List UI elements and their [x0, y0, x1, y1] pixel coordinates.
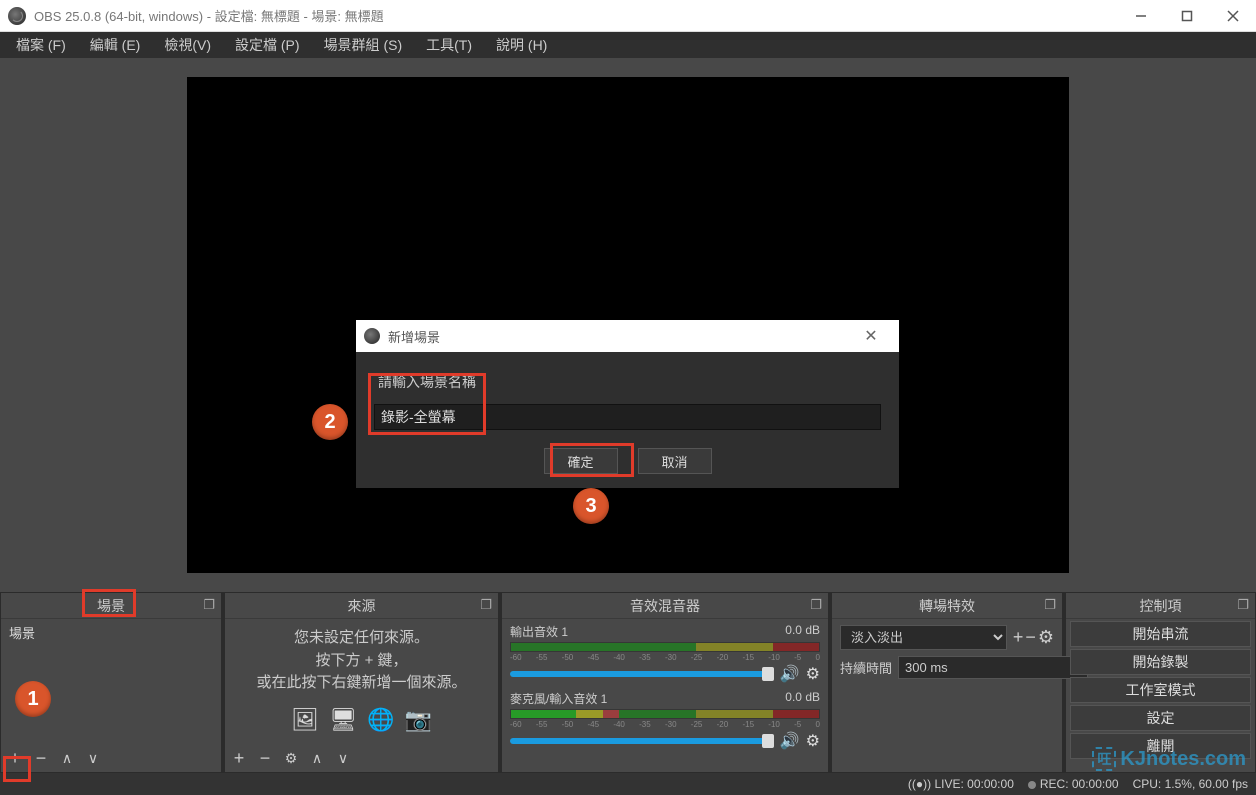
status-live: ((●)) LIVE: 00:00:00	[908, 777, 1014, 791]
dialog-cancel-button[interactable]: 取消	[638, 448, 712, 474]
transition-select[interactable]: 淡入淡出	[840, 625, 1007, 650]
mixer-settings-icon[interactable]: ⚙	[806, 731, 820, 751]
controls-panel-title: 控制項	[1140, 596, 1182, 616]
menu-profile[interactable]: 設定檔 (P)	[225, 32, 310, 58]
mixer-mute-icon[interactable]: 🔊	[780, 664, 800, 684]
status-rec: REC: 00:00:00	[1028, 777, 1119, 791]
controls-popout-icon[interactable]: ❐	[1237, 597, 1249, 613]
menu-tools[interactable]: 工具(T)	[416, 32, 482, 58]
dialog-title: 新增場景	[388, 327, 440, 346]
dialog-ok-button[interactable]: 確定	[544, 448, 618, 474]
start-streaming-button[interactable]: 開始串流	[1070, 621, 1251, 647]
transitions-popout-icon[interactable]: ❐	[1044, 597, 1056, 613]
menu-help[interactable]: 說明 (H)	[486, 32, 557, 58]
source-add-button[interactable]: +	[229, 748, 249, 768]
menu-file[interactable]: 檔案 (F)	[6, 32, 76, 58]
scene-move-down-button[interactable]: ∨	[83, 748, 103, 768]
mixer-channel: 輸出音效 1 0.0 dB -60-55-50-45-40-35-30-25-2…	[502, 619, 828, 686]
mixer-panel-title: 音效混音器	[630, 596, 700, 616]
transitions-panel: 轉場特效 ❐ 淡入淡出 + − ⚙ 持續時間	[831, 592, 1063, 773]
sources-panel-title: 來源	[348, 596, 376, 616]
statusbar: ((●)) LIVE: 00:00:00 REC: 00:00:00 CPU: …	[0, 773, 1256, 795]
source-remove-button[interactable]: −	[255, 748, 275, 768]
dialog-logo-icon	[364, 328, 380, 344]
mixer-channel-name: 輸出音效 1	[510, 623, 568, 640]
scene-name-input[interactable]	[374, 404, 881, 430]
watermark: KJnotes.com	[1092, 747, 1246, 771]
scene-list-item[interactable]: 場景	[1, 619, 221, 646]
source-move-down-button[interactable]: ∨	[333, 748, 353, 768]
start-recording-button[interactable]: 開始錄製	[1070, 649, 1251, 675]
transition-settings-button[interactable]: ⚙	[1038, 627, 1054, 648]
mixer-mute-icon[interactable]: 🔊	[780, 731, 800, 751]
mixer-ticks: -60-55-50-45-40-35-30-25-20-15-10-50	[510, 720, 820, 729]
mixer-channel-db: 0.0 dB	[785, 623, 820, 640]
hint-globe-icon: 🌐	[367, 703, 394, 736]
menubar: 檔案 (F) 編輯 (E) 檢視(V) 設定檔 (P) 場景群組 (S) 工具(…	[0, 32, 1256, 58]
window-close-button[interactable]	[1210, 0, 1256, 32]
mixer-channel-db: 0.0 dB	[785, 690, 820, 707]
mixer-meter	[510, 709, 820, 719]
mixer-ticks: -60-55-50-45-40-35-30-25-20-15-10-50	[510, 653, 820, 662]
sources-panel: 來源 ❐ 您未設定任何來源。 按下方 + 鍵， 或在此按下右鍵新增一個來源。 🖼…	[224, 592, 499, 773]
scenes-popout-icon[interactable]: ❐	[203, 597, 215, 613]
menu-view[interactable]: 檢視(V)	[154, 32, 221, 58]
mixer-panel: 音效混音器 ❐ 輸出音效 1 0.0 dB -60-55-50-45-40-35…	[501, 592, 829, 773]
window-maximize-button[interactable]	[1164, 0, 1210, 32]
sources-popout-icon[interactable]: ❐	[480, 597, 492, 613]
scene-remove-button[interactable]: −	[31, 748, 51, 768]
controls-panel: 控制項 ❐ 開始串流 開始錄製 工作室模式 設定 離開	[1065, 592, 1256, 773]
sources-empty-line3: 或在此按下右鍵新增一個來源。	[231, 672, 492, 695]
window-title: OBS 25.0.8 (64-bit, windows) - 設定檔: 無標題 …	[34, 6, 384, 25]
studio-mode-button[interactable]: 工作室模式	[1070, 677, 1251, 703]
transition-duration-input[interactable]	[898, 656, 1088, 679]
transition-remove-button[interactable]: −	[1025, 627, 1036, 648]
hint-display-icon: 🖥	[329, 703, 357, 736]
hint-image-icon: 🖼	[291, 703, 319, 736]
source-settings-button[interactable]: ⚙	[281, 748, 301, 768]
mixer-channel: 麥克風/輸入音效 1 0.0 dB -60-55-50-45-40-35-30-…	[502, 686, 828, 753]
mixer-volume-slider[interactable]	[510, 738, 774, 744]
window-minimize-button[interactable]	[1118, 0, 1164, 32]
mixer-popout-icon[interactable]: ❐	[810, 597, 822, 613]
dialog-prompt-label: 請輸入場景名稱	[374, 370, 480, 394]
sources-empty-line1: 您未設定任何來源。	[231, 627, 492, 650]
source-move-up-button[interactable]: ∧	[307, 748, 327, 768]
transition-add-button[interactable]: +	[1013, 627, 1024, 648]
scenes-panel: 場景 ❐ 場景 + − ∧ ∨	[0, 592, 222, 773]
settings-button[interactable]: 設定	[1070, 705, 1251, 731]
menu-edit[interactable]: 編輯 (E)	[80, 32, 151, 58]
dialog-close-button[interactable]: ✕	[851, 326, 891, 346]
mixer-channel-name: 麥克風/輸入音效 1	[510, 690, 607, 707]
window-titlebar: OBS 25.0.8 (64-bit, windows) - 設定檔: 無標題 …	[0, 0, 1256, 32]
sources-empty-line2: 按下方 + 鍵，	[231, 650, 492, 673]
add-scene-dialog: 新增場景 ✕ 請輸入場景名稱 確定 取消	[356, 320, 899, 488]
obs-logo-icon	[8, 7, 26, 25]
scene-move-up-button[interactable]: ∧	[57, 748, 77, 768]
menu-scene-collection[interactable]: 場景群組 (S)	[314, 32, 413, 58]
scene-add-button[interactable]: +	[5, 748, 25, 768]
transitions-panel-title: 轉場特效	[919, 596, 975, 616]
watermark-icon	[1092, 747, 1116, 771]
status-cpu: CPU: 1.5%, 60.00 fps	[1133, 777, 1248, 791]
mixer-meter	[510, 642, 820, 652]
transition-duration-label: 持續時間	[840, 658, 892, 677]
mixer-volume-slider[interactable]	[510, 671, 774, 677]
hint-camera-icon: 📷	[404, 703, 431, 736]
scenes-panel-title: 場景	[97, 596, 125, 616]
mixer-settings-icon[interactable]: ⚙	[806, 664, 820, 684]
